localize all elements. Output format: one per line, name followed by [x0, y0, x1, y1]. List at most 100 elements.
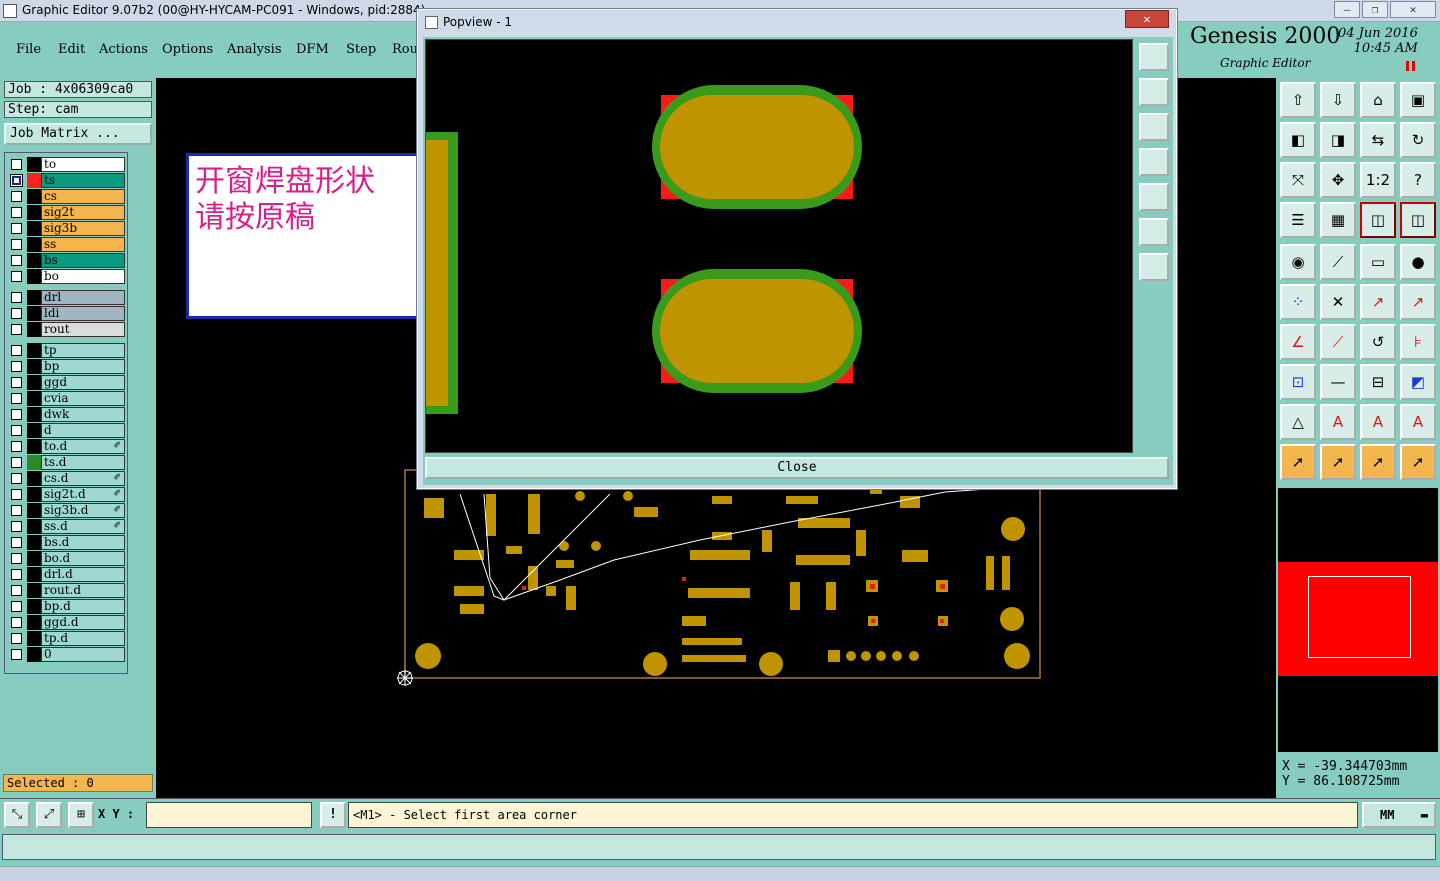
pad-icon[interactable]: ●	[1400, 244, 1436, 280]
popview-body: Close	[423, 37, 1173, 485]
mounting-hole-pad	[1000, 607, 1024, 631]
text-c-icon[interactable]: A	[1360, 404, 1396, 440]
note-box[interactable]: 开窗焊盘形状 请按原稿	[186, 153, 422, 319]
grid-icon[interactable]: ▦	[1320, 202, 1356, 238]
command-input[interactable]	[2, 834, 1436, 860]
line-icon[interactable]: ⟋	[1320, 244, 1356, 280]
feature-icon[interactable]: ⊧	[1400, 324, 1436, 360]
select-box-icon[interactable]: ⊡	[1280, 364, 1316, 400]
pan-left-icon[interactable]	[1139, 148, 1169, 176]
round-pad	[861, 651, 871, 661]
text-a-icon[interactable]: △	[1280, 404, 1316, 440]
smd-pads	[460, 604, 484, 614]
text-b-icon[interactable]: A	[1320, 404, 1356, 440]
ic-pads	[790, 582, 800, 610]
rotate-icon[interactable]: ↻	[1400, 122, 1436, 158]
popview-icon	[425, 16, 438, 29]
resize-icon[interactable]: ⊟	[1360, 364, 1396, 400]
layer-a-icon[interactable]: ◫	[1360, 202, 1396, 238]
snap-mode-icon[interactable]: ⤡	[4, 802, 30, 828]
popview-close-icon[interactable]: ✕	[1125, 10, 1169, 28]
pad-row	[682, 638, 742, 645]
ic-pads	[690, 550, 750, 560]
ic-pads	[786, 496, 818, 504]
smd-pads	[856, 530, 866, 556]
ic-pads	[528, 494, 540, 534]
pad-row	[682, 655, 746, 662]
cursor-coordinates: X = -39.344703mm Y = 86.108725mm	[1278, 756, 1438, 796]
nodes-icon[interactable]: ⁘	[1280, 284, 1316, 320]
cross-icon[interactable]: ✕	[1320, 284, 1356, 320]
text-d-icon[interactable]: A	[1400, 404, 1436, 440]
square-pad	[828, 650, 840, 662]
help-icon[interactable]: ?	[1400, 162, 1436, 198]
pointer-circle-icon[interactable]: ➚	[1360, 444, 1396, 480]
zoom-save-icon[interactable]	[1139, 113, 1169, 141]
note-line-1: 开窗焊盘形状	[195, 164, 375, 199]
popview-window: Popview - 1 ✕ Close	[416, 8, 1178, 490]
coord-x: X = -39.344703mm	[1282, 759, 1408, 774]
oblong-pad-bottom	[660, 279, 854, 383]
oblong-pad-top	[660, 95, 854, 199]
pointer-box-icon[interactable]: ➚	[1320, 444, 1356, 480]
ratio-icon[interactable]: 1:2	[1360, 162, 1396, 198]
smd-pads	[902, 550, 928, 562]
round-pad	[876, 651, 886, 661]
undo-arc-icon[interactable]: ↺	[1360, 324, 1396, 360]
grid-mode-icon[interactable]: ⊞	[68, 802, 94, 828]
ruler-icon[interactable]: ▭	[1360, 244, 1396, 280]
layer-b-icon[interactable]: ◫	[1400, 202, 1436, 238]
home-layer-icon[interactable]: ⇧	[1280, 82, 1316, 118]
center-icon[interactable]: ✥	[1320, 162, 1356, 198]
mounting-hole-pad	[415, 643, 441, 669]
units-value: MM	[1380, 808, 1395, 822]
move-left-icon[interactable]: ◧	[1280, 122, 1316, 158]
pan-right-icon[interactable]	[1139, 183, 1169, 211]
zoom-fit-icon[interactable]	[1139, 218, 1169, 246]
mounting-hole-pad	[643, 652, 667, 676]
draw-arc-icon[interactable]: ⟋	[1320, 324, 1356, 360]
os-taskbar	[0, 866, 1440, 881]
note-line-2: 请按原稿	[195, 200, 315, 235]
pointer-path-icon[interactable]: ➚	[1400, 444, 1436, 480]
smd-pads	[556, 560, 574, 568]
overview-viewport[interactable]	[1308, 576, 1411, 658]
ic-pads	[826, 582, 836, 610]
fit-icon[interactable]: ⤧	[1280, 162, 1316, 198]
draw-line-icon[interactable]: ∠	[1280, 324, 1316, 360]
ic-pads	[986, 556, 994, 590]
xy-input[interactable]	[146, 802, 312, 828]
filter-icon[interactable]: ☰	[1280, 202, 1316, 238]
window-icon[interactable]: ▣	[1400, 82, 1436, 118]
units-select[interactable]: MM ▬	[1362, 802, 1436, 828]
add-point-icon[interactable]: ↗	[1400, 284, 1436, 320]
snap-icon[interactable]: ◉	[1280, 244, 1316, 280]
info-button[interactable]: !	[320, 802, 346, 828]
command-area	[0, 830, 1440, 866]
popview-title: Popview - 1	[443, 15, 512, 29]
zoom-home-icon[interactable]	[1139, 78, 1169, 106]
dropdown-icon: ▬	[1420, 808, 1428, 822]
zoom-center-icon[interactable]	[1139, 253, 1169, 281]
move-point-icon[interactable]: ↗	[1360, 284, 1396, 320]
mirror-icon[interactable]: ⇆	[1360, 122, 1396, 158]
save-layer-icon[interactable]: ⇩	[1320, 82, 1356, 118]
shape-icon[interactable]: ◩	[1400, 364, 1436, 400]
house-icon[interactable]: ⌂	[1360, 82, 1396, 118]
overview-map[interactable]	[1278, 488, 1438, 752]
move-right-icon[interactable]: ◨	[1320, 122, 1356, 158]
minus-icon[interactable]: —	[1320, 364, 1356, 400]
via-pad	[559, 541, 569, 551]
smd-pads	[634, 507, 658, 517]
ic-pads	[486, 494, 496, 536]
smd-pads	[566, 586, 576, 610]
mounting-hole-pad	[759, 652, 783, 676]
smd-pads	[546, 586, 556, 596]
smd-pads	[682, 616, 706, 626]
pointer-icon[interactable]: ➚	[1280, 444, 1316, 480]
popview-canvas[interactable]	[425, 39, 1133, 453]
measure-mode-icon[interactable]: ⤢	[36, 802, 62, 828]
popview-close-button[interactable]: Close	[425, 457, 1169, 479]
zoom-window-icon[interactable]	[1139, 43, 1169, 71]
prompt-text: <M1> - Select first area corner	[348, 802, 1358, 828]
